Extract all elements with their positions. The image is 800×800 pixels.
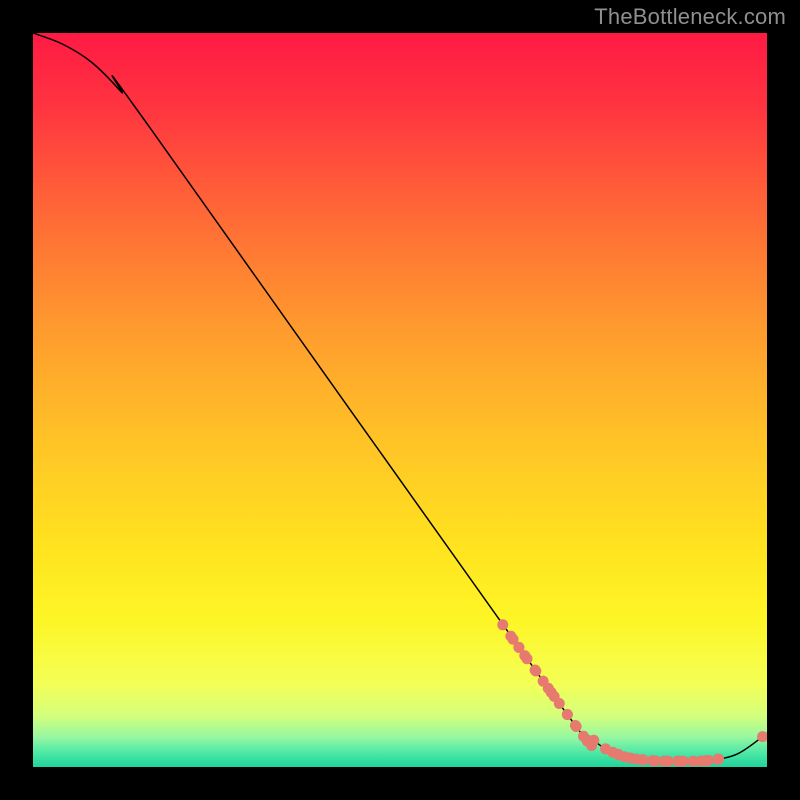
chart-frame: TheBottleneck.com [0, 0, 800, 800]
data-marker [703, 755, 714, 766]
data-marker [530, 665, 541, 676]
bottleneck-curve [33, 33, 767, 761]
data-marker [519, 650, 530, 661]
data-marker [497, 619, 508, 630]
watermark-text: TheBottleneck.com [594, 4, 786, 30]
data-marker [637, 754, 648, 765]
data-marker [678, 756, 689, 767]
data-marker [571, 721, 582, 732]
data-marker [647, 755, 658, 766]
plot-area [33, 33, 767, 767]
curve-markers [497, 619, 767, 766]
data-marker [713, 754, 724, 765]
data-marker [588, 735, 599, 746]
data-marker [659, 756, 670, 767]
data-marker [549, 691, 560, 702]
data-marker [562, 709, 573, 720]
curve-layer [33, 33, 767, 767]
